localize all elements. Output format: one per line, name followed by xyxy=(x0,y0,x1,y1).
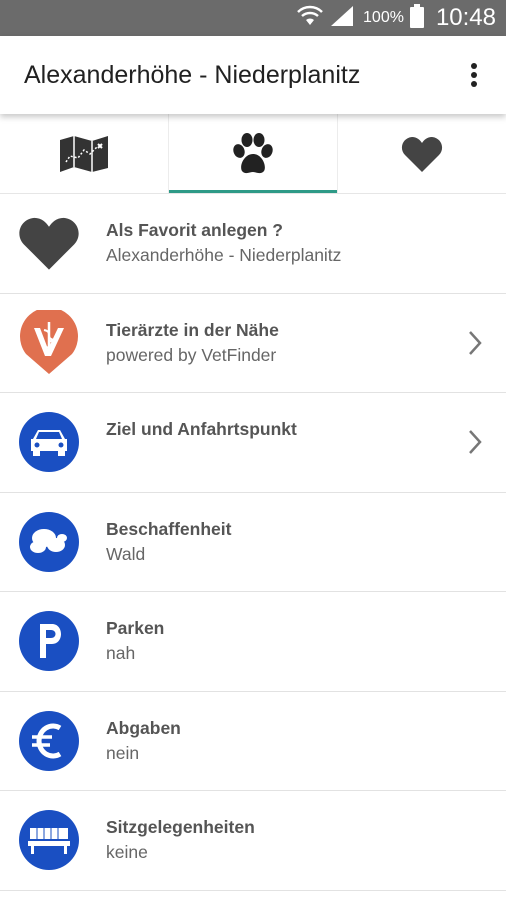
list-item-title: Ziel und Anfahrtspunkt xyxy=(106,419,297,440)
list-item-subtitle: keine xyxy=(106,842,148,863)
list-item-seating: Sitzgelegenheiten keine xyxy=(0,791,506,891)
list-item-destination[interactable]: Ziel und Anfahrtspunkt xyxy=(0,393,506,493)
heart-icon xyxy=(401,136,443,172)
list-item-title: Sitzgelegenheiten xyxy=(106,817,255,838)
list-item-subtitle xyxy=(106,441,506,467)
chevron-right-icon xyxy=(469,430,482,455)
list-item-vets[interactable]: Tierärzte in der Nähe powered by VetFind… xyxy=(0,294,506,393)
parking-icon xyxy=(18,610,80,672)
overflow-menu-button[interactable] xyxy=(454,55,494,95)
tab-bar xyxy=(0,114,506,194)
clock: 10:48 xyxy=(435,4,496,31)
car-icon xyxy=(18,411,80,473)
wifi-icon xyxy=(297,5,323,32)
list-item-subtitle: nah xyxy=(106,643,136,664)
app-bar: Alexanderhöhe - Niederplanitz xyxy=(0,36,506,114)
heart-icon xyxy=(18,212,80,274)
list-item-parking: Parken nah xyxy=(0,592,506,692)
battery-icon xyxy=(409,3,424,33)
list-item-title: Parken xyxy=(106,618,165,639)
list-item-subtitle: nein xyxy=(106,742,140,763)
euro-icon xyxy=(18,710,80,772)
list-item-title: Abgaben xyxy=(106,717,181,738)
chevron-right-icon xyxy=(469,330,482,355)
vetfinder-icon xyxy=(18,309,80,374)
more-vert-icon xyxy=(471,63,477,87)
bench-icon xyxy=(18,809,80,871)
list-item-subtitle: Alexanderhöhe - Niederplanitz xyxy=(106,245,342,266)
list-item-title: Als Favorit anlegen ? xyxy=(106,220,283,241)
list-item-title: Tierärzte in der Nähe xyxy=(106,319,279,340)
tab-indicator xyxy=(169,190,337,193)
list-item-fees: Abgaben nein xyxy=(0,692,506,791)
signal-icon xyxy=(329,5,355,32)
list-item-favorite[interactable]: Als Favorit anlegen ? Alexanderhöhe - Ni… xyxy=(0,194,506,294)
tab-paw[interactable] xyxy=(168,114,338,193)
list-item-subtitle: Wald xyxy=(106,543,146,564)
detail-list: Als Favorit anlegen ? Alexanderhöhe - Ni… xyxy=(0,194,506,891)
list-item-title: Beschaffenheit xyxy=(106,518,232,539)
list-item-terrain: Beschaffenheit Wald xyxy=(0,493,506,592)
paw-icon xyxy=(233,132,273,173)
tab-favorites[interactable] xyxy=(338,114,506,193)
tab-map[interactable] xyxy=(0,114,168,193)
map-icon xyxy=(60,135,108,172)
battery-percent: 100% xyxy=(363,9,404,26)
list-item-subtitle: powered by VetFinder xyxy=(106,344,277,365)
page-title: Alexanderhöhe - Niederplanitz xyxy=(24,60,361,89)
terrain-icon xyxy=(18,511,80,573)
status-bar: 100% 10:48 xyxy=(0,0,506,36)
